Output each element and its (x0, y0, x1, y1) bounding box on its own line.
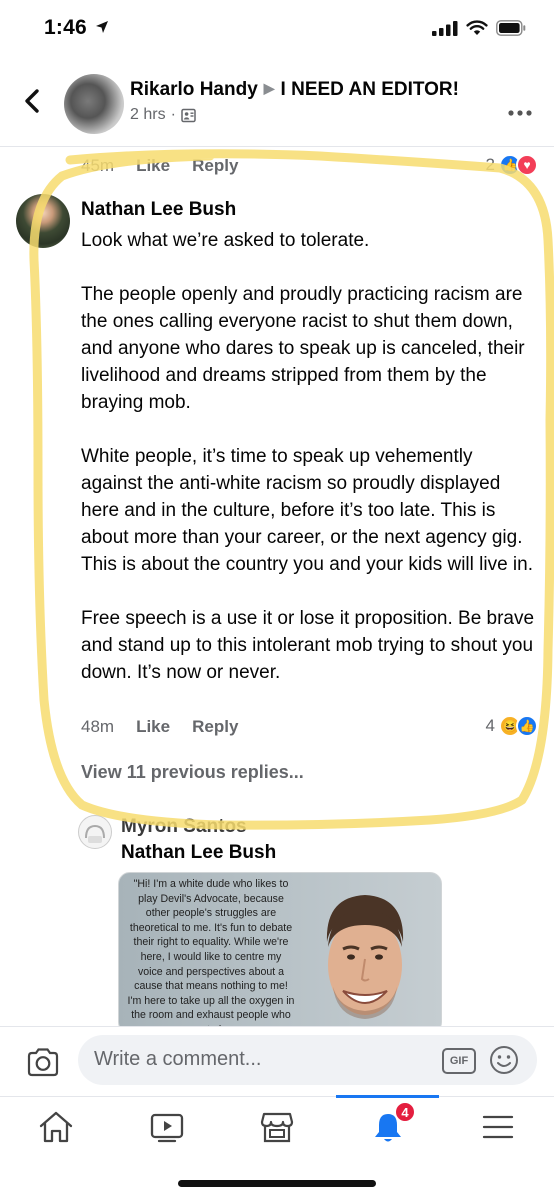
smiley-icon (490, 1046, 518, 1074)
cellular-signal-icon (432, 21, 458, 36)
comment-reaction-count: 4 (485, 716, 495, 735)
comment-paragraph: The people openly and proudly practicing… (81, 284, 525, 413)
reply-image[interactable]: "Hi! I'm a white dude who likes to play … (118, 872, 442, 1034)
active-tab-indicator (336, 1095, 439, 1098)
tab-notifications[interactable]: 4 (366, 1101, 416, 1145)
group-privacy-icon (181, 108, 196, 122)
comment-input[interactable] (94, 1048, 394, 1071)
prev-comment-time[interactable]: 45m (81, 156, 114, 176)
tab-marketplace[interactable] (255, 1109, 299, 1145)
comment-composer: GIF (0, 1026, 554, 1097)
comment-body: Look what we’re asked to tolerate. The p… (81, 227, 536, 686)
gif-button[interactable]: GIF (442, 1048, 476, 1074)
comment-paragraph: Look what we’re asked to tolerate. (81, 230, 370, 251)
home-indicator[interactable] (178, 1180, 376, 1187)
camera-button[interactable] (26, 1047, 60, 1082)
reply-author-name[interactable]: Myron Santos (121, 816, 247, 838)
status-time: 1:46 (44, 16, 109, 40)
smiling-man-image (326, 895, 404, 1019)
comment-actions: 48m Like Reply (81, 717, 238, 737)
notification-badge: 4 (394, 1101, 416, 1123)
prev-like-button[interactable]: Like (136, 156, 170, 176)
author-avatar[interactable] (64, 74, 124, 134)
tab-menu[interactable] (476, 1109, 520, 1145)
love-icon: ♥ (516, 154, 538, 176)
like-button[interactable]: Like (136, 717, 170, 737)
commenter-name[interactable]: Nathan Lee Bush (81, 199, 236, 221)
like-icon: 👍 (516, 715, 538, 737)
prev-reply-button[interactable]: Reply (192, 156, 238, 176)
comment-paragraph: White people, it’s time to speak up vehe… (81, 446, 533, 575)
tab-watch[interactable] (145, 1109, 189, 1145)
triangle-right-icon: ▶ (263, 80, 275, 96)
menu-icon (482, 1115, 514, 1139)
comment-time[interactable]: 48m (81, 717, 114, 737)
reply-button[interactable]: Reply (192, 717, 238, 737)
gif-label: GIF (449, 1055, 469, 1067)
comment-input-box[interactable]: GIF (78, 1035, 537, 1085)
home-icon (39, 1111, 73, 1143)
reply-mention[interactable]: Nathan Lee Bush (121, 842, 276, 864)
comment-reactions[interactable]: 4 😆 👍 (486, 715, 538, 737)
back-button[interactable] (18, 86, 48, 116)
meta-separator: · (170, 106, 176, 123)
author-name[interactable]: Rikarlo Handy (130, 79, 258, 100)
post-title[interactable]: Rikarlo Handy ▶ I NEED AN EDITOR! (130, 79, 459, 101)
commenter-avatar[interactable] (16, 194, 70, 248)
view-previous-replies-link[interactable]: View 11 previous replies... (81, 762, 304, 783)
more-dots-icon (508, 110, 532, 116)
location-arrow-icon (95, 21, 108, 33)
prev-reactions[interactable]: 2 👍 ♥ (486, 154, 538, 176)
wifi-icon (466, 20, 488, 35)
group-name[interactable]: I NEED AN EDITOR! (281, 79, 459, 100)
chevron-left-icon (25, 89, 39, 113)
avatar-figure-icon (85, 824, 105, 843)
prev-reaction-count: 2 (485, 155, 495, 174)
comment-paragraph: Free speech is a use it or lose it propo… (81, 608, 535, 683)
meme-text: "Hi! I'm a white dude who likes to play … (127, 878, 295, 1033)
video-icon (150, 1113, 184, 1143)
prev-comment-actions: 45m Like Reply (81, 156, 238, 176)
marketplace-icon (260, 1112, 294, 1143)
battery-icon (496, 20, 526, 36)
sticker-button[interactable] (489, 1045, 519, 1080)
tab-home[interactable] (34, 1109, 78, 1145)
status-indicators (432, 20, 526, 36)
post-meta: 2 hrs · (130, 106, 196, 124)
camera-icon (27, 1048, 59, 1077)
post-header: Rikarlo Handy ▶ I NEED AN EDITOR! 2 hrs · (0, 58, 554, 147)
more-options-button[interactable] (508, 96, 532, 122)
reply-avatar[interactable] (78, 815, 112, 849)
post-timestamp[interactable]: 2 hrs (130, 106, 166, 124)
